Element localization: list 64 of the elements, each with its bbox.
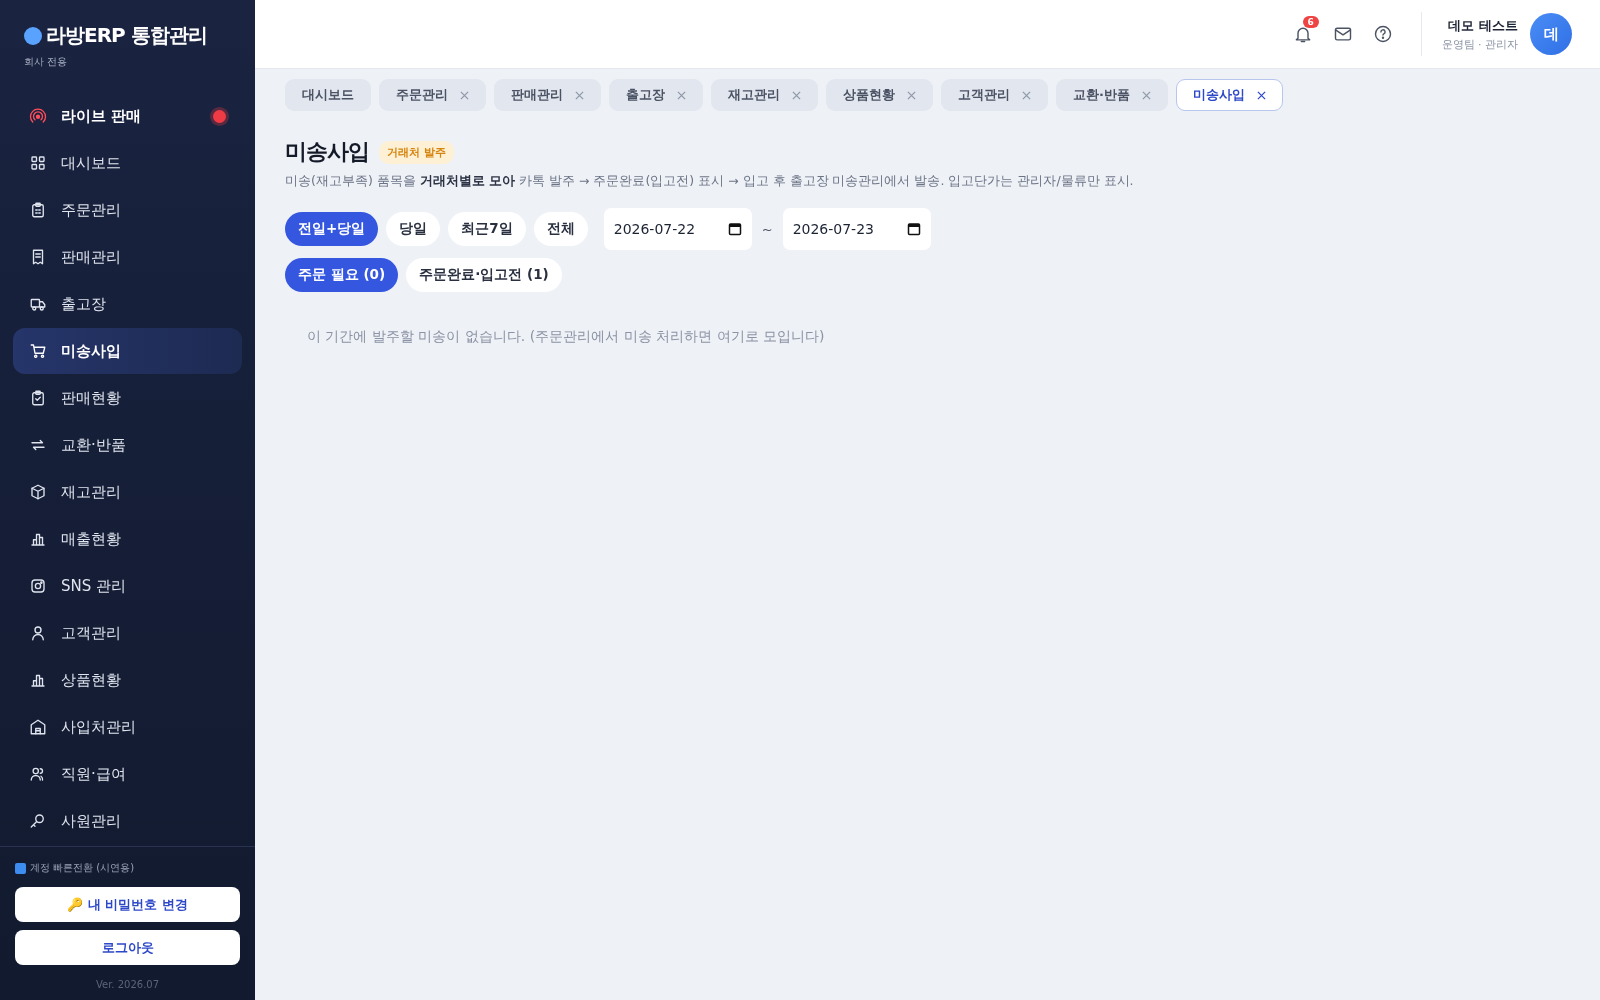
clipboard-icon — [29, 201, 47, 219]
page-tab[interactable]: 출고장 — [609, 79, 703, 111]
box-icon — [29, 483, 47, 501]
page-description: 미송(재고부족) 품목을 거래처별로 모아 카톡 발주 → 주문완료(입고전) 표시 → 입고 후 출고장 미송관리에서 발송. 입고단가는 관리자/물류만 표시. — [285, 173, 1135, 190]
cart-icon — [29, 342, 47, 360]
version-label: Ver. 2026.07 — [94, 979, 161, 990]
sidebar-item[interactable]: 고객관리 — [13, 610, 242, 656]
sidebar-item[interactable]: 미송사입 — [13, 328, 242, 374]
range-button[interactable]: 최근7일 — [448, 212, 526, 246]
sidebar-item[interactable]: 재고관리 — [13, 469, 242, 515]
calendar-icon[interactable] — [906, 222, 921, 236]
close-icon[interactable] — [1256, 90, 1266, 100]
sidebar-item[interactable]: 사입처관리 — [13, 704, 242, 750]
range-button[interactable]: 당일 — [386, 212, 441, 246]
page-badge: 거래처 발주 — [379, 140, 454, 164]
end-date-field[interactable]: 2026-07-23 — [782, 208, 931, 250]
page-title: 미송사입 — [285, 138, 369, 166]
sidebar-item[interactable]: 판매관리 — [13, 234, 242, 280]
notification-badge: 6 — [1302, 16, 1319, 28]
page-tab[interactable]: 대시보드 — [285, 79, 371, 111]
page-tab[interactable]: 상품현황 — [826, 79, 933, 111]
change-password-button[interactable]: 🔑 내 비밀번호 변경 — [15, 887, 240, 922]
camera-icon — [29, 577, 47, 595]
sidebar-item[interactable]: 교환·반품 — [13, 422, 242, 468]
calendar-icon[interactable] — [727, 222, 742, 236]
page-tab[interactable]: 판매관리 — [494, 79, 601, 111]
range-button[interactable]: 전체 — [533, 212, 588, 246]
app-title: 라방ERP 통합관리 — [46, 22, 207, 49]
sidebar-item[interactable]: 매출현황 — [13, 516, 242, 562]
page-tab[interactable]: 미송사입 — [1175, 79, 1283, 111]
date-separator: ~ — [761, 221, 773, 237]
logo-dot-icon — [24, 26, 42, 45]
user-name: 데모 테스트 — [1447, 16, 1518, 35]
app-subtitle: 회사 전용 — [24, 55, 69, 69]
sidebar-item[interactable]: 대시보드 — [13, 140, 242, 186]
page-tab[interactable]: 재고관리 — [711, 79, 818, 111]
help-icon[interactable] — [1372, 24, 1393, 44]
sidebar-item[interactable]: 직원·급여 — [13, 751, 242, 797]
sidebar-item[interactable]: 사원관리 — [13, 798, 242, 844]
sidebar-item[interactable]: 판매현황 — [13, 375, 242, 421]
page-tab[interactable]: 교환·반품 — [1056, 79, 1168, 111]
key-icon — [29, 812, 47, 830]
sidebar-item[interactable]: 출고장 — [13, 281, 242, 327]
person-icon — [29, 624, 47, 642]
clipboard-check-icon — [29, 389, 47, 407]
logout-button[interactable]: 로그아웃 — [15, 930, 240, 965]
status-filter-button[interactable]: 주문완료·입고전 (1) — [406, 258, 562, 292]
user-avatar[interactable]: 데 — [1530, 13, 1572, 55]
status-filter-button[interactable]: 주문 필요 (0) — [285, 258, 399, 292]
grid-icon — [29, 154, 47, 172]
mail-icon[interactable] — [1332, 24, 1353, 44]
empty-message: 이 기간에 발주할 미송이 없습니다. (주문관리에서 미송 처리하면 여기로 모입니다) — [307, 328, 826, 346]
sidebar-item[interactable]: 상품현황 — [13, 657, 242, 703]
broadcast-icon — [29, 107, 47, 125]
quick-switch-label[interactable]: 계정 빠른전환 (시연용) — [30, 861, 135, 875]
page-tab[interactable]: 고객관리 — [941, 79, 1048, 111]
building-icon — [29, 718, 47, 736]
start-date-field[interactable]: 2026-07-22 — [603, 208, 752, 250]
sidebar-item[interactable]: SNS 관리 — [13, 563, 242, 609]
sidebar-item[interactable]: 주문관리 — [13, 187, 242, 233]
page-tab[interactable]: 주문관리 — [379, 79, 486, 111]
sidebar-item[interactable]: 라이브 판매 — [13, 93, 242, 139]
range-button[interactable]: 전일+당일 — [285, 212, 379, 246]
user-role: 운영팀 · 관리자 — [1441, 36, 1518, 52]
